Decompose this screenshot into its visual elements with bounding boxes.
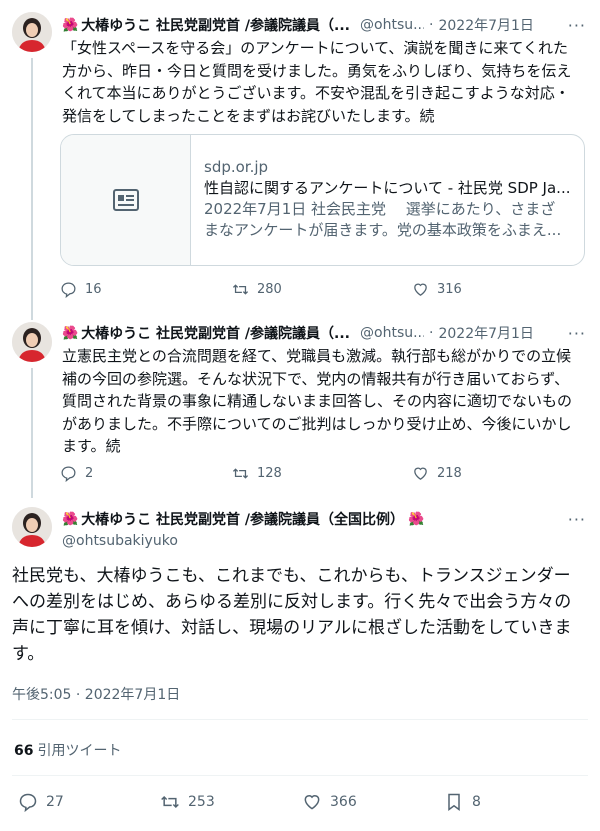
text-line: す。 <box>12 644 45 664</box>
text-line: 社民党も、大椿ゆうこも、これまでも、これからも、トランスジェンダー <box>12 566 571 586</box>
reply-icon <box>61 282 76 298</box>
more-options-icon[interactable]: ··· <box>560 16 586 35</box>
reply-count: 16 <box>85 282 102 297</box>
tweet-header: 🌺 大椿ゆうこ 社民党副党首 /参議院議員（... @ohtsu... · 20… <box>62 15 586 35</box>
text-line: 立憲民主党との合流問題を経て、党職員も激減。執行部も総がかりでの立候 <box>62 347 572 365</box>
user-handle[interactable]: @ohtsubakiyuko <box>62 533 427 549</box>
reply-icon <box>19 793 37 812</box>
tweet-header: 🌺 大椿ゆうこ 社民党副党首 /参議院議員（... @ohtsu... · 20… <box>62 323 586 343</box>
link-card[interactable]: sdp.or.jp 性自認に関するアンケートについて - 社民党 SDP Ja.… <box>60 134 585 266</box>
like-button[interactable]: 316 <box>412 281 462 298</box>
retweet-icon <box>161 795 179 809</box>
text-line: がありました。不手際についてのご批判はしっかり受け止め、今後にいかし <box>62 414 572 433</box>
text-line: 声に丁寧に耳を傾け、対話し、現場のリアルに根ざした活動をしていきま <box>12 618 572 638</box>
bookmark-icon <box>448 793 460 811</box>
tweet-timestamp[interactable]: 午後5:05 · 2022年7月1日 <box>12 684 180 704</box>
main-tweet-text: 社民党も、大椿ゆうこも、これまでも、これからも、トランスジェンダー への差別をは… <box>12 563 588 667</box>
retweet-button[interactable]: 253 <box>160 792 215 812</box>
card-desc-line: まなアンケートが届きます。党の基本政策をふまえ... <box>204 221 562 239</box>
card-title: 性自認に関するアンケートについて - 社民党 SDP Ja... <box>204 179 570 197</box>
tweet-date[interactable]: 2022年7月1日 <box>438 323 533 343</box>
quote-label: 引用ツイート <box>37 743 122 759</box>
quote-count: 66 <box>14 743 34 759</box>
text-line: ます。続 <box>62 437 121 455</box>
divider <box>12 719 588 720</box>
retweet-count: 128 <box>257 466 282 481</box>
main-more: ··· <box>546 509 586 529</box>
separator: · <box>429 325 434 341</box>
reply-button[interactable]: 27 <box>18 792 64 812</box>
like-count: 366 <box>330 794 357 810</box>
avatar[interactable] <box>12 507 52 547</box>
tweet-date[interactable]: 2022年7月1日 <box>438 15 533 35</box>
hibiscus-icon: 🌺 <box>408 511 425 527</box>
text-line: への差別をはじめ、あらゆる差別に反対します。行く先々で出会う方々の <box>12 592 572 612</box>
like-count: 316 <box>437 282 462 297</box>
hibiscus-icon: 🌺 <box>62 325 79 341</box>
text-line: 発信をしてしまったことをまずはお詫びいたします。続 <box>62 106 435 125</box>
more-options-icon[interactable]: ··· <box>560 324 586 343</box>
like-button[interactable]: 366 <box>302 792 357 812</box>
bookmark-count: 8 <box>472 794 481 810</box>
display-name-row[interactable]: 🌺 大椿ゆうこ 社民党副党首 /参議院議員（全国比例） 🌺 <box>62 509 427 529</box>
hibiscus-icon: 🌺 <box>62 511 79 527</box>
reply-icon <box>61 466 76 482</box>
retweet-count: 280 <box>257 282 282 297</box>
retweet-icon <box>232 284 249 295</box>
card-description: 2022年7月1日 社会民主党 選挙にあたり、さまざ まなアンケートが届きます。… <box>204 199 570 241</box>
retweet-icon <box>232 468 249 479</box>
divider <box>12 775 588 776</box>
display-name[interactable]: 大椿ゆうこ 社民党副党首 /参議院議員（... <box>81 323 350 343</box>
card-desc-line: 2022年7月1日 社会民主党 選挙にあたり、さまざ <box>204 200 556 218</box>
retweet-count: 253 <box>188 794 215 810</box>
text-line: 方から、昨日・今日と質問を受けました。勇気をふりしぼり、気持ちを伝え <box>62 61 572 80</box>
article-icon <box>61 135 191 265</box>
hibiscus-icon: 🌺 <box>62 17 79 33</box>
like-count: 218 <box>437 466 462 481</box>
heart-icon <box>414 283 427 296</box>
user-handle[interactable]: @ohtsu... <box>360 17 424 33</box>
tweet-text: 立憲民主党との合流問題を経て、党職員も激減。執行部も総がかりでの立候 補の今回の… <box>62 345 586 458</box>
separator: · <box>429 17 434 33</box>
user-handle[interactable]: @ohtsu... <box>360 325 424 341</box>
thread-line <box>31 368 33 498</box>
text-line: 「女性スペースを守る会」のアンケートについて、演説を聞きに来てくれた <box>62 39 568 57</box>
tweet-text: 「女性スペースを守る会」のアンケートについて、演説を聞きに来てくれた 方から、昨… <box>62 37 586 127</box>
reply-button[interactable]: 2 <box>60 465 93 482</box>
retweet-button[interactable]: 280 <box>232 281 282 298</box>
display-name: 大椿ゆうこ 社民党副党首 /参議院議員（全国比例） <box>81 512 405 528</box>
heart-icon <box>414 467 427 480</box>
text-line: 補の今回の参院選。そんな状況下で、党内の情報共有が行き届いておらず、 <box>62 369 570 388</box>
avatar[interactable] <box>12 12 52 52</box>
retweet-button[interactable]: 128 <box>232 465 282 482</box>
like-button[interactable]: 218 <box>412 465 462 482</box>
text-line: 質問された背景の事象に精通しないまま回答し、その内容に適切でないもの <box>62 392 573 410</box>
thread-line <box>31 58 33 320</box>
avatar[interactable] <box>12 322 52 362</box>
heart-icon <box>304 795 320 810</box>
main-tweet-actions: 27 253 366 8 <box>12 792 588 812</box>
more-options-icon[interactable]: ··· <box>560 510 586 529</box>
reply-count: 27 <box>46 794 64 810</box>
main-tweet-header: 🌺 大椿ゆうこ 社民党副党首 /参議院議員（全国比例） 🌺 @ohtsubaki… <box>62 509 427 550</box>
reply-button[interactable]: 16 <box>60 281 102 298</box>
text-line: くれて本当にありがとうございます。不安や混乱を引き起こすような対応・ <box>62 84 570 102</box>
bookmark-button[interactable]: 8 <box>444 792 481 812</box>
display-name[interactable]: 大椿ゆうこ 社民党副党首 /参議院議員（... <box>81 15 350 35</box>
reply-count: 2 <box>85 466 94 481</box>
quote-tweets-link[interactable]: 66 引用ツイート <box>14 740 121 760</box>
card-domain: sdp.or.jp <box>204 158 269 176</box>
